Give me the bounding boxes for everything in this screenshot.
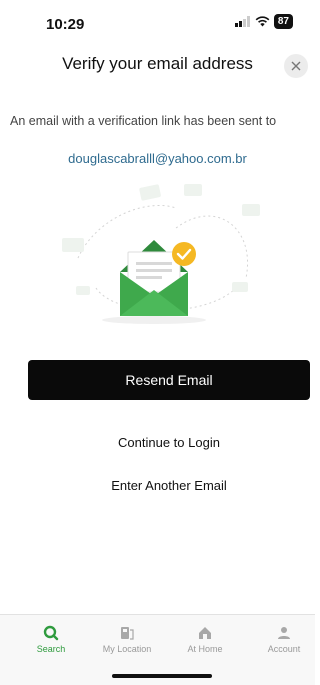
battery-icon: 87 (273, 14, 293, 29)
page-title: Verify your email address (62, 54, 253, 73)
verification-message: An email with a verification link has be… (10, 114, 277, 128)
tab-my-location[interactable]: My Location (90, 625, 164, 654)
tab-label: At Home (187, 644, 223, 654)
home-indicator (112, 674, 212, 678)
status-icons: 87 (234, 14, 293, 29)
tab-account[interactable]: Account (247, 625, 320, 654)
location-icon (121, 627, 134, 640)
check-icon (172, 242, 196, 266)
tab-label: Search (36, 644, 66, 654)
tab-label: Account (267, 644, 301, 654)
email-sent-illustration (62, 184, 260, 324)
enter-another-email-button[interactable]: Enter Another Email (28, 474, 310, 496)
tab-at-home[interactable]: At Home (168, 625, 242, 654)
signal-icon (234, 16, 250, 27)
status-bar: 10:29 87 (0, 0, 315, 44)
close-icon (291, 61, 301, 71)
tab-search[interactable]: Search (14, 625, 88, 654)
tab-label: My Location (102, 644, 152, 654)
continue-to-login-button[interactable]: Continue to Login (28, 431, 310, 453)
home-icon (199, 627, 211, 639)
close-button[interactable] (284, 54, 308, 78)
account-icon (278, 627, 290, 639)
status-time: 10:29 (46, 16, 85, 33)
wifi-icon (255, 16, 270, 27)
resend-email-button[interactable]: Resend Email (28, 360, 310, 400)
email-address: douglascabralll@yahoo.com.br (68, 151, 247, 166)
search-icon (43, 625, 59, 641)
